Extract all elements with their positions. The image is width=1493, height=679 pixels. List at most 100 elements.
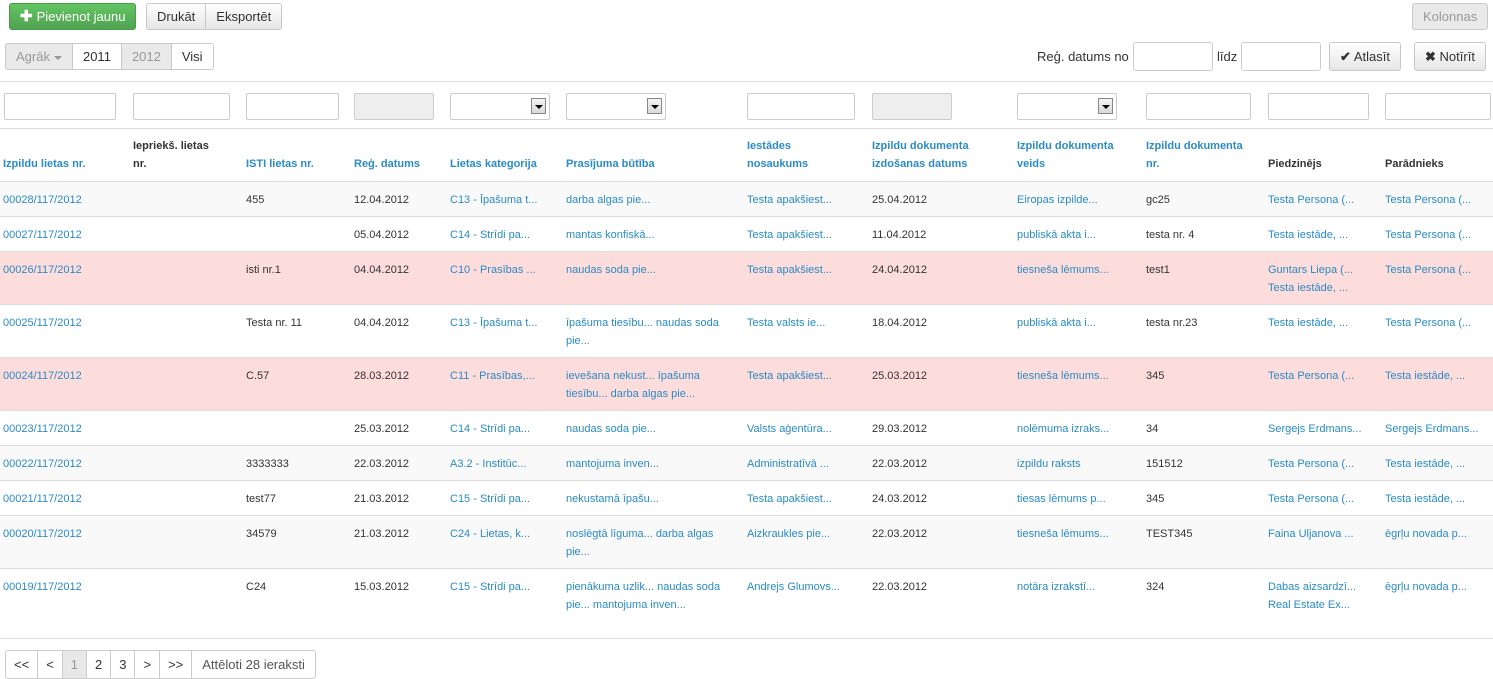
cell-claimant[interactable]: Dabas aizsardzī... Real Estate Ex... [1268,578,1356,614]
filter-case-nr[interactable] [4,93,116,120]
cell-claimant-line[interactable]: Testa Persona (... [1268,458,1354,470]
clear-button[interactable]: ✖ Notīrīt [1414,42,1486,71]
cell-claim-line[interactable]: noslēgtā līguma... darba algas [566,528,713,540]
cell-claim[interactable]: darba algas pie... [566,191,650,209]
col-claim[interactable]: Prasījuma būtība [566,155,655,173]
cell-claim[interactable]: pienākuma uzlik... naudas soda pie... man… [566,578,720,614]
columns-button[interactable]: Kolonnas [1412,3,1489,30]
cell-doc-type[interactable]: tiesneša lēmums... [1017,525,1109,543]
cell-claim-line[interactable]: pie... mantojuma inven... [566,599,686,611]
cell-claim[interactable]: nekustamā īpašu... [566,490,659,508]
cell-category[interactable]: C15 - Strīdi pa... [450,578,530,596]
cell-category[interactable]: C10 - Prasības ... [450,261,536,279]
cell-debtor[interactable]: ēgrļu novada p... [1385,525,1467,543]
cell-debtor[interactable]: Testa Persona (... [1385,261,1471,279]
cell-debtor[interactable]: Testa iestāde, ... [1385,367,1465,385]
reg-date-to-input[interactable] [1241,42,1321,71]
cell-doc-type[interactable]: notāra izrakstī... [1017,578,1095,596]
cell-debtor[interactable]: Testa iestāde, ... [1385,455,1465,473]
cell-category[interactable]: C13 - Īpašuma t... [450,314,537,332]
cell-claim-line[interactable]: ievešana nekust... īpašuma [566,370,700,382]
cell-institution[interactable]: Valsts aģentūra... [747,420,832,438]
cell-institution[interactable]: Testa apakšiest... [747,367,832,385]
cell-category[interactable]: A3.2 - Institūc... [450,455,526,473]
cell-institution[interactable]: Testa apakšiest... [747,261,832,279]
cell-institution[interactable]: Administratīvā ... [747,455,829,473]
cell-claim-line[interactable]: nekustamā īpašu... [566,493,659,505]
cell-case-nr[interactable]: 00021/117/2012 [3,490,82,508]
year-2011-button[interactable]: 2011 [71,43,122,70]
cell-debtor[interactable]: Testa Persona (... [1385,226,1471,244]
cell-claim-line[interactable]: naudas soda pie... [566,423,656,435]
cell-claimant[interactable]: Sergejs Erdmans... [1268,420,1362,438]
cell-debtor[interactable]: Testa Persona (... [1385,314,1471,332]
cell-claimant[interactable]: Testa iestāde, ... [1268,226,1348,244]
cell-doc-type[interactable]: tiesneša lēmums... [1017,261,1109,279]
cell-doc-type[interactable]: publiskā akta i... [1017,226,1096,244]
cell-doc-type[interactable]: nolēmuma izraks... [1017,420,1109,438]
cell-claim-line[interactable]: pienākuma uzlik... naudas soda [566,581,720,593]
cell-claimant-line[interactable]: Faina Uljanova ... [1268,528,1354,540]
col-category[interactable]: Lietas kategorija [450,155,537,173]
cell-claimant-line[interactable]: Testa iestāde, ... [1268,282,1348,294]
cell-claim-line[interactable]: pie... [566,335,590,347]
cell-case-nr[interactable]: 00026/117/2012 [3,261,82,279]
cell-claimant-line[interactable]: Sergejs Erdmans... [1268,423,1362,435]
filter-doc-nr[interactable] [1146,93,1251,120]
cell-claim[interactable]: naudas soda pie... [566,420,656,438]
filter-claimant[interactable] [1268,93,1369,120]
filter-doc-type-select[interactable] [1017,93,1117,120]
col-institution[interactable]: Iestādes nosaukums [747,137,808,173]
cell-claim[interactable]: īpašuma tiesību... naudas soda pie... [566,314,719,350]
cell-claim-line[interactable]: tiesību... darba algas pie... [566,388,695,400]
cell-claimant[interactable]: Testa Persona (... [1268,191,1354,209]
cell-claim-line[interactable]: īpašuma tiesību... naudas soda [566,317,719,329]
cell-claimant[interactable]: Testa iestāde, ... [1268,314,1348,332]
filter-institution[interactable] [747,93,855,120]
cell-claimant-line[interactable]: Testa Persona (... [1268,370,1354,382]
cell-debtor[interactable]: Sergejs Erdmans... [1385,420,1479,438]
col-doc-nr[interactable]: Izpildu dokumenta nr. [1146,137,1243,173]
page-first-button[interactable]: << [5,650,39,679]
cell-claim-line[interactable]: darba algas pie... [566,194,650,206]
cell-case-nr[interactable]: 00025/117/2012 [3,314,82,332]
cell-category[interactable]: C13 - Īpašuma t... [450,191,537,209]
cell-claimant-line[interactable]: Dabas aizsardzī... [1268,581,1356,593]
cell-claim[interactable]: ievešana nekust... īpašuma tiesību... dar… [566,367,700,403]
filter-isti-nr[interactable] [246,93,339,120]
cell-case-nr[interactable]: 00019/117/2012 [3,578,82,596]
year-earlier-dropdown[interactable]: Agrāk [5,43,73,70]
cell-claimant-line[interactable]: Real Estate Ex... [1268,599,1350,611]
cell-claim-line[interactable]: naudas soda pie... [566,264,656,276]
cell-case-nr[interactable]: 00020/117/2012 [3,525,82,543]
cell-claimant[interactable]: Testa Persona (... [1268,455,1354,473]
cell-category[interactable]: C14 - Strīdi pa... [450,420,530,438]
page-prev-button[interactable]: < [37,650,63,679]
cell-debtor[interactable]: Testa Persona (... [1385,191,1471,209]
cell-claim[interactable]: noslēgtā līguma... darba algas pie... [566,525,713,561]
filter-debtor[interactable] [1385,93,1491,120]
page-1-button[interactable]: 1 [61,650,88,679]
col-case-nr[interactable]: Izpildu lietas nr. [3,155,86,173]
cell-doc-type[interactable]: publiskā akta i... [1017,314,1096,332]
year-2012-button[interactable]: 2012 [120,43,172,70]
cell-institution[interactable]: Aizkraukles pie... [747,525,830,543]
cell-claim[interactable]: naudas soda pie... [566,261,656,279]
cell-debtor[interactable]: Testa iestāde, ... [1385,490,1465,508]
cell-doc-type[interactable]: Eiropas izpilde... [1017,191,1098,209]
cell-doc-type[interactable]: tiesneša lēmums... [1017,367,1109,385]
cell-category[interactable]: C15 - Strīdi pa... [450,490,530,508]
cell-claimant[interactable]: Guntars Liepa (... Testa iestāde, ... [1268,261,1353,297]
cell-doc-type[interactable]: tiesas lēmums p... [1017,490,1106,508]
col-doc-date[interactable]: Izpildu dokumenta izdošanas datums [872,137,969,173]
page-next-button[interactable]: > [134,650,161,679]
cell-claimant-line[interactable]: Testa iestāde, ... [1268,229,1348,241]
cell-claim[interactable]: mantojuma inven... [566,455,659,473]
cell-case-nr[interactable]: 00022/117/2012 [3,455,82,473]
cell-claim-line[interactable]: pie... [566,546,590,558]
cell-institution[interactable]: Testa apakšiest... [747,226,832,244]
cell-claimant-line[interactable]: Testa Persona (... [1268,493,1354,505]
reg-date-from-input[interactable] [1133,42,1213,71]
print-button[interactable]: Drukāt [146,3,207,30]
cell-category[interactable]: C14 - Strīdi pa... [450,226,530,244]
